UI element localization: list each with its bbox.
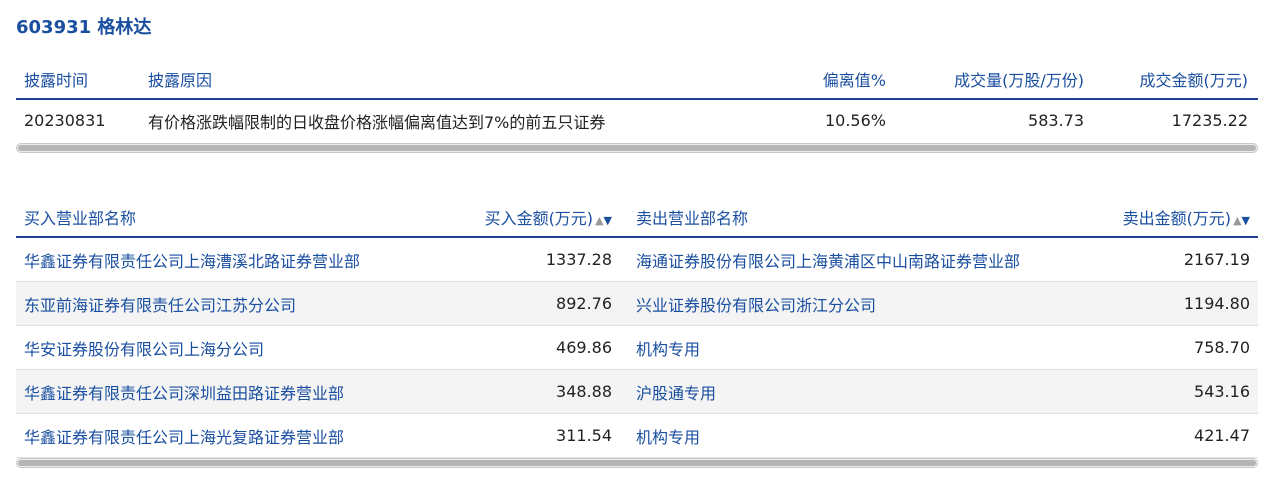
table-row: 华鑫证券有限责任公司深圳益田路证券营业部 348.88 沪股通专用 543.16 [16,370,1258,414]
buy-amount: 311.54 [556,426,612,445]
trade-table: 买入营业部名称 买入金额(万元) ▲▼ 卖出营业部名称 卖出金额(万元) ▲▼ 华鑫… [16,197,1258,458]
table-row: 华鑫证券有限责任公司上海漕溪北路证券营业部 1337.28 海通证券股份有限公司… [16,238,1258,282]
disclosure-reason: 有价格涨跌幅限制的日收盘价格涨幅偏离值达到7%的前五只证券 [148,112,606,132]
disclosure-amount: 17235.22 [1171,111,1248,130]
buy-amount: 1337.28 [545,250,612,269]
sort-up-icon[interactable]: ▲ [595,214,603,227]
buy-branch-link[interactable]: 华鑫证券有限责任公司上海光复路证券营业部 [16,424,466,448]
disclosure-scrollbar[interactable] [16,143,1258,153]
sell-amount: 2167.19 [1183,250,1250,269]
header-sell-name: 卖出营业部名称 [636,208,749,228]
buy-branch-link[interactable]: 华鑫证券有限责任公司深圳益田路证券营业部 [16,380,466,404]
header-deviation: 偏离值% [822,70,886,90]
sell-branch-link[interactable]: 沪股通专用 [628,380,1098,404]
header-buy-amount-label: 买入金额(万元) [484,208,594,228]
trade-scrollbar[interactable] [16,458,1258,468]
buy-amount: 469.86 [556,338,612,357]
header-sell-amount-label: 卖出金额(万元) [1122,208,1232,228]
table-row: 东亚前海证券有限责任公司江苏分公司 892.76 兴业证券股份有限公司浙江分公司… [16,282,1258,326]
sell-branch-link[interactable]: 机构专用 [628,424,1098,448]
buy-branch-link[interactable]: 华安证券股份有限公司上海分公司 [16,336,466,360]
sort-down-icon[interactable]: ▼ [604,214,612,227]
buy-branch-link[interactable]: 东亚前海证券有限责任公司江苏分公司 [16,292,466,316]
buy-amount: 348.88 [556,382,612,401]
header-volume: 成交量(万股/万份) [954,70,1084,90]
sell-branch-link[interactable]: 兴业证券股份有限公司浙江分公司 [628,292,1098,316]
header-buy-amount[interactable]: 买入金额(万元) ▲▼ [466,205,612,229]
sort-icon[interactable]: ▲▼ [595,214,612,227]
buy-amount: 892.76 [556,294,612,313]
disclosure-table: 披露时间 披露原因 偏离值% 成交量(万股/万份) 成交金额(万元) 20230… [16,59,1258,141]
header-date: 披露时间 [24,70,89,90]
disclosure-volume: 583.73 [1028,111,1084,130]
sell-amount: 758.70 [1194,338,1250,357]
header-buy-name: 买入营业部名称 [24,208,137,228]
trade-scrollbar-thumb[interactable] [18,460,1256,466]
sell-branch-link[interactable]: 海通证券股份有限公司上海黄浦区中山南路证券营业部 [628,248,1098,272]
disclosure-row: 20230831 有价格涨跌幅限制的日收盘价格涨幅偏离值达到7%的前五只证券 1… [16,100,1258,141]
page-title: 603931 格林达 [16,17,152,38]
sort-up-icon[interactable]: ▲ [1233,214,1241,227]
sell-amount: 1194.80 [1183,294,1250,313]
header-reason: 披露原因 [148,70,213,90]
trade-header-row: 买入营业部名称 买入金额(万元) ▲▼ 卖出营业部名称 卖出金额(万元) ▲▼ [16,197,1258,238]
sell-amount: 543.16 [1194,382,1250,401]
buy-branch-link[interactable]: 华鑫证券有限责任公司上海漕溪北路证券营业部 [16,248,466,272]
disclosure-deviation: 10.56% [824,111,886,130]
sell-branch-link[interactable]: 机构专用 [628,336,1098,360]
table-row: 华安证券股份有限公司上海分公司 469.86 机构专用 758.70 [16,326,1258,370]
sort-icon[interactable]: ▲▼ [1233,214,1250,227]
disclosure-header-row: 披露时间 披露原因 偏离值% 成交量(万股/万份) 成交金额(万元) [16,59,1258,100]
header-sell-amount[interactable]: 卖出金额(万元) ▲▼ [1098,205,1258,229]
sort-down-icon[interactable]: ▼ [1242,214,1250,227]
table-row: 华鑫证券有限责任公司上海光复路证券营业部 311.54 机构专用 421.47 [16,414,1258,458]
disclosure-scrollbar-thumb[interactable] [18,145,1256,151]
sell-amount: 421.47 [1194,426,1250,445]
header-amount: 成交金额(万元) [1139,70,1249,90]
disclosure-date: 20230831 [24,111,106,130]
